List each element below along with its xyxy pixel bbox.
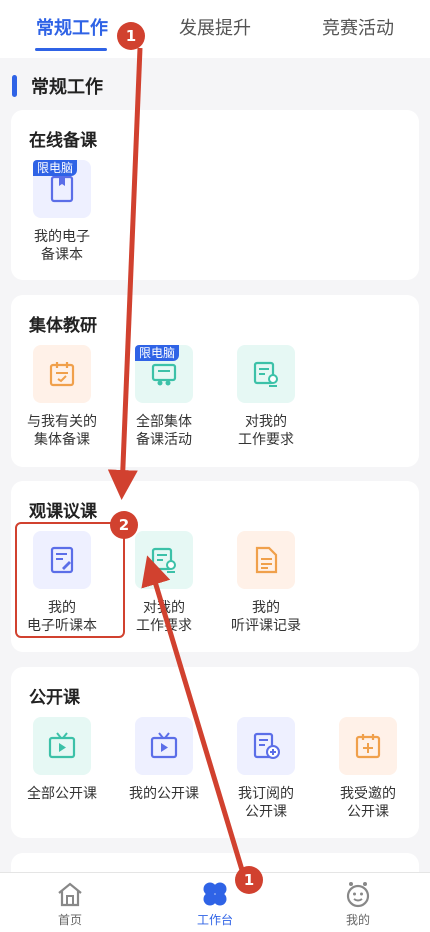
nav-home[interactable]: 首页	[30, 879, 110, 928]
item-label: 我订阅的 公开课	[238, 786, 294, 820]
book-icon	[50, 175, 74, 203]
highlight-box	[15, 522, 125, 638]
item-all-public-classes[interactable]: 全部公开课	[12, 717, 112, 803]
calendar-icon	[49, 362, 75, 387]
tab-competition[interactable]: 竞赛活动	[322, 14, 394, 40]
nav-label: 首页	[57, 913, 82, 927]
item-label: 全部公开课	[27, 786, 97, 802]
card-group-research: 集体教研 与我有关的 集体备课 限电脑 全部集体 备课活动 对我的 工作要求	[11, 295, 419, 467]
workbench-icon	[203, 882, 227, 906]
item-label: 我的 听评课记录	[231, 600, 301, 634]
group-screen-icon	[151, 363, 177, 386]
home-icon	[58, 882, 82, 907]
subscribe-icon	[253, 732, 280, 759]
active-tab-indicator	[35, 48, 107, 51]
bottom-nav: 首页 工作台 我的	[0, 872, 430, 932]
step-marker-2: 2	[110, 511, 138, 539]
nav-label: 工作台	[196, 913, 233, 927]
item-tile: 限电脑	[33, 160, 91, 218]
tab-development[interactable]: 发展提升	[179, 14, 251, 40]
item-related-group-prep[interactable]: 与我有关的 集体备课	[12, 345, 112, 449]
card-title: 集体教研	[29, 316, 97, 336]
tv-play-icon	[150, 732, 178, 759]
item-work-requirements-2[interactable]: 对我的 工作要求	[114, 531, 214, 635]
item-label: 我的公开课	[129, 786, 199, 802]
pc-only-badge: 限电脑	[135, 345, 180, 361]
pc-only-badge: 限电脑	[33, 160, 78, 176]
item-tile	[33, 717, 91, 775]
item-label: 我的电子 备课本	[34, 229, 90, 263]
card-online-prep: 在线备课 限电脑 我的电子 备课本	[11, 110, 419, 280]
item-tile	[339, 717, 397, 775]
item-label: 与我有关的 集体备课	[27, 414, 97, 448]
item-label: 对我的 工作要求	[238, 414, 294, 448]
item-work-requirements[interactable]: 对我的 工作要求	[216, 345, 316, 449]
certificate-icon	[151, 547, 176, 573]
nav-label: 我的	[345, 913, 370, 927]
item-tile	[135, 531, 193, 589]
item-all-group-prep[interactable]: 限电脑 全部集体 备课活动	[114, 345, 214, 449]
card-public-class: 公开课 全部公开课 我的公开课 我订阅的 公开课 我受邀的 公开课	[11, 667, 419, 838]
item-tile	[135, 717, 193, 775]
item-invited-public-classes[interactable]: 我受邀的 公开课	[318, 717, 418, 821]
step-marker-1-top: 1	[117, 22, 145, 50]
section-title: 常规工作	[31, 77, 103, 98]
document-icon	[255, 546, 278, 574]
item-my-review-records[interactable]: 我的 听评课记录	[216, 531, 316, 635]
item-label: 我受邀的 公开课	[340, 786, 396, 820]
card-title: 观课议课	[29, 502, 97, 522]
section-bar-accent	[12, 75, 17, 97]
item-tile	[237, 345, 295, 403]
item-tile	[237, 531, 295, 589]
section-heading: 常规工作	[12, 74, 103, 98]
item-my-public-classes[interactable]: 我的公开课	[114, 717, 214, 803]
tv-play-icon	[48, 732, 76, 759]
item-my-e-lesson-book[interactable]: 限电脑 我的电子 备课本	[12, 160, 112, 264]
item-tile	[33, 345, 91, 403]
item-label: 全部集体 备课活动	[136, 414, 192, 448]
item-subscribed-public-classes[interactable]: 我订阅的 公开课	[216, 717, 316, 821]
top-tab-bar: 常规工作 发展提升 竞赛活动	[0, 0, 430, 58]
card-title: 在线备课	[29, 131, 97, 151]
tab-regular-work[interactable]: 常规工作	[36, 14, 108, 40]
nav-me[interactable]: 我的	[318, 879, 398, 928]
step-marker-1-bottom: 1	[235, 866, 263, 894]
item-tile	[237, 717, 295, 775]
certificate-icon	[253, 361, 278, 387]
item-tile: 限电脑	[135, 345, 193, 403]
card-title: 公开课	[29, 688, 80, 708]
calendar-plus-icon	[355, 734, 381, 759]
robot-face-icon	[346, 882, 370, 908]
item-label: 对我的 工作要求	[136, 600, 192, 634]
